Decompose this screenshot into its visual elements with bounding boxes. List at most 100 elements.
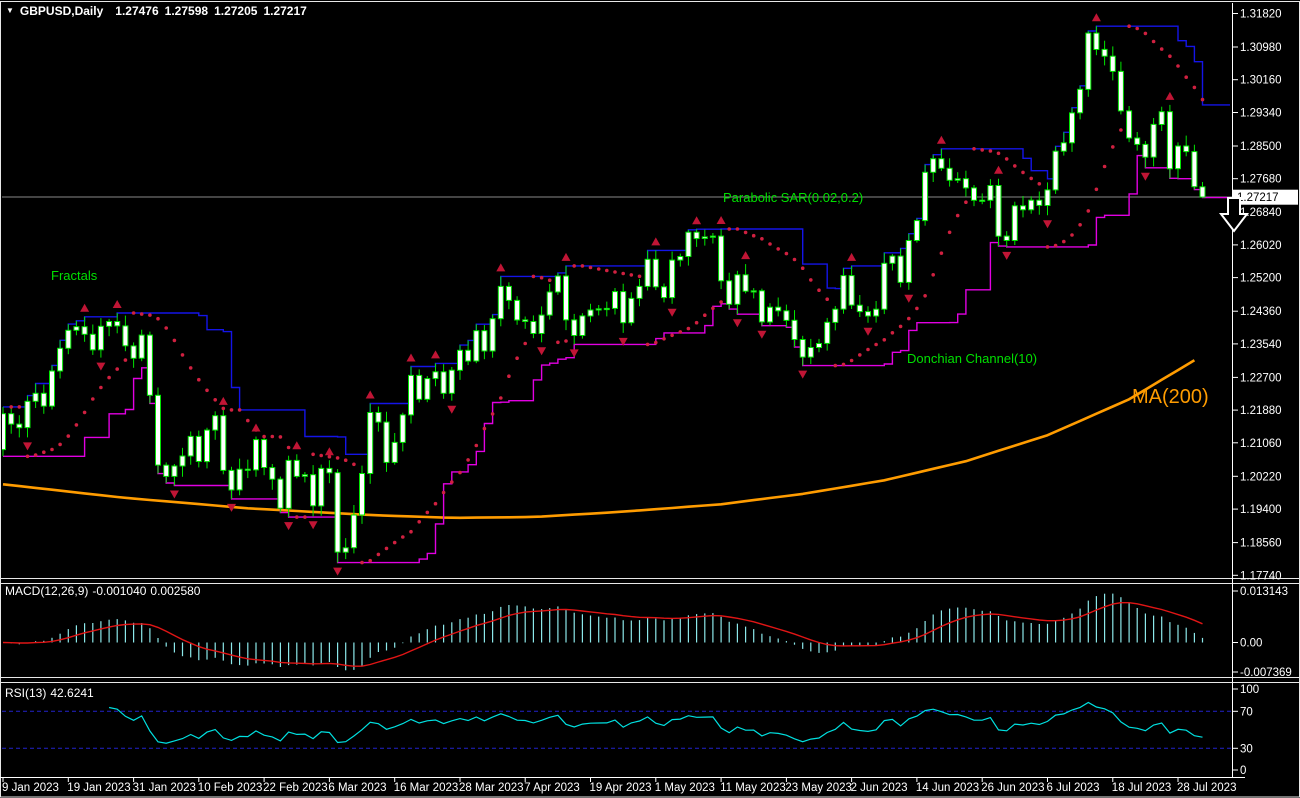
sar-dot [515, 356, 519, 360]
macd-signal-value: 0.002580 [150, 584, 200, 598]
price-axis-label: 1.19400 [1240, 504, 1282, 516]
sar-dot [67, 434, 71, 438]
sar-dot [99, 386, 103, 390]
candle [147, 332, 152, 404]
candle [1012, 202, 1017, 245]
sar-dot [564, 339, 568, 343]
time-axis-label: 6 Jul 2023 [1047, 782, 1100, 794]
sar-dot [662, 337, 666, 341]
sar-dot [279, 435, 283, 439]
candle [368, 404, 373, 484]
sar-dot [507, 374, 511, 378]
candle [1167, 105, 1172, 178]
sar-dot [246, 419, 250, 423]
ma-label: MA(200) [1132, 386, 1209, 409]
rsi-panel-label: RSI(13)42.6241 [5, 686, 98, 700]
sar-dot [409, 530, 413, 534]
chart-window: 1.318201.309801.301601.293401.285001.276… [0, 0, 1300, 798]
sar-dot [34, 453, 38, 457]
rsi-axis-label: 30 [1240, 743, 1253, 755]
sar-dot [1119, 128, 1123, 132]
sar-dot [572, 264, 576, 268]
sar-dot [328, 455, 332, 459]
donchian-label: Donchian Channel(10) [907, 351, 1037, 366]
sar-dot [1095, 188, 1099, 192]
price-axis-label: 1.20220 [1240, 471, 1282, 483]
sar-dot [222, 407, 226, 411]
sar-dot [874, 343, 878, 347]
sar-dot [980, 148, 984, 152]
sar-dot [75, 423, 79, 427]
sar-dot [817, 288, 821, 292]
sar-dot [727, 227, 731, 231]
sar-dot [1201, 98, 1205, 102]
price-axis-label: 1.29340 [1240, 108, 1282, 120]
sar-dot [107, 376, 111, 380]
sar-dot [695, 321, 699, 325]
sar-dot [434, 502, 438, 506]
sar-dot [91, 397, 95, 401]
sar-dot [948, 231, 952, 235]
sar-dot [1144, 32, 1148, 36]
price-axis-label: 1.21880 [1240, 405, 1282, 417]
candle [914, 218, 919, 242]
sar-dot [940, 251, 944, 255]
sar-dot [1087, 209, 1091, 213]
sar-dot [319, 454, 323, 458]
sar-dot [907, 317, 911, 321]
open-value: 1.27476 [115, 4, 158, 18]
sar-dot [483, 427, 487, 431]
candle [278, 477, 283, 513]
sar-dot [442, 491, 446, 495]
sar-dot [181, 353, 185, 357]
sar-dot [1062, 240, 1066, 244]
sar-dot [1152, 40, 1156, 44]
sar-dot [768, 242, 772, 246]
sar-dot [1160, 47, 1164, 51]
price-axis-label: 1.27680 [1240, 174, 1282, 186]
sar-dot [401, 535, 405, 539]
sar-dot [115, 367, 119, 371]
sar-dot [1046, 245, 1050, 249]
rsi-axis-label: 0 [1240, 765, 1246, 777]
candle [719, 229, 724, 289]
sar-dot [417, 520, 421, 524]
sar-dot [189, 366, 193, 370]
time-axis-label: 28 Mar 2023 [459, 782, 524, 794]
time-axis-label: 6 Mar 2023 [328, 782, 386, 794]
candle [1192, 145, 1197, 190]
sar-dot [883, 338, 887, 342]
oneclick-toggle-icon[interactable]: ▼ [6, 7, 14, 15]
sar-dot [809, 278, 813, 282]
candle [490, 315, 495, 358]
sar-dot [523, 342, 527, 346]
sar-dot [1078, 223, 1082, 227]
price-axis-label: 1.28500 [1240, 141, 1282, 153]
price-axis-label: 1.21060 [1240, 438, 1282, 450]
sar-dot [548, 278, 552, 282]
rsi-value: 42.6241 [50, 686, 93, 700]
price-axis-label: 1.26020 [1240, 240, 1282, 252]
sar-dot [426, 511, 430, 515]
sar-dot [303, 515, 307, 519]
sar-dot [736, 227, 740, 231]
sar-dot [866, 348, 870, 352]
sar-dot [654, 341, 658, 345]
sar-dot [621, 272, 625, 276]
rsi-axis-label: 100 [1240, 684, 1259, 696]
candle [156, 388, 161, 474]
chart-canvas[interactable]: 1.318201.309801.301601.293401.285001.276… [0, 0, 1300, 798]
sar-dot [670, 334, 674, 338]
sar-dot [173, 339, 177, 343]
sar-dot [850, 359, 854, 363]
sar-dot [589, 266, 593, 270]
candle [841, 268, 846, 313]
sar-dot [458, 471, 462, 475]
current-price-tag: 1.27217 [1233, 190, 1298, 205]
time-axis-label: 16 Mar 2023 [394, 782, 459, 794]
sar-dot [377, 553, 381, 557]
sar-dot [1103, 165, 1107, 169]
sar-dot [931, 273, 935, 277]
sar-dot [238, 408, 242, 412]
sar-dot [776, 247, 780, 251]
